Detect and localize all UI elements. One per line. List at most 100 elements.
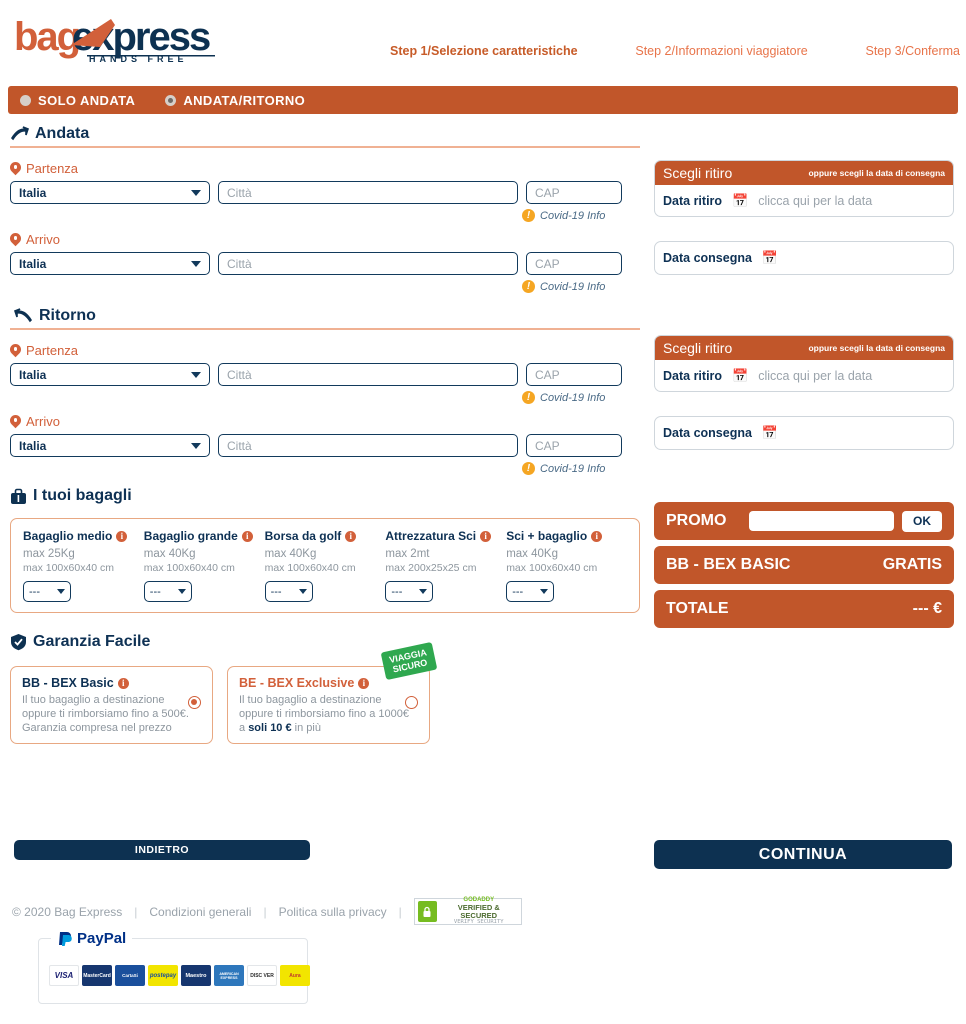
outbound-departure-covid-link[interactable]: ! Covid-19 Info (522, 209, 640, 222)
outbound-departure-city-input[interactable]: Città (218, 181, 518, 204)
baggage-item: Bagaglio grande i max 40Kg max 100x60x40… (143, 529, 265, 602)
outbound-arrival-zip-input[interactable]: CAP (526, 252, 622, 275)
location-pin-icon (10, 162, 21, 176)
outbound-departure-label-row: Partenza (10, 161, 640, 176)
inbound-departure-country-select[interactable]: Italia (10, 363, 210, 386)
guarantee-title: Garanzia Facile (33, 633, 151, 650)
info-icon[interactable]: i (345, 530, 357, 542)
inbound-pickup-date-input[interactable]: clicca qui per la data (758, 369, 872, 383)
guarantee-basic-line2: oppure ti rimborsiamo fino a 500€. (22, 708, 189, 720)
privacy-link[interactable]: Politica sulla privacy (279, 905, 387, 919)
outbound-section: Andata Partenza Italia Città CAP ! Covid… (10, 125, 640, 293)
step-indicator: Step 1/Selezione caratteristiche Step 2/… (390, 44, 960, 58)
footer: © 2020 Bag Express | Condizioni generali… (12, 897, 522, 925)
outbound-arrival-city-input[interactable]: Città (218, 252, 518, 275)
baggage-qty-value: --- (512, 585, 524, 598)
baggage-item-name: Borsa da golf (264, 529, 342, 543)
inbound-divider (10, 328, 640, 330)
info-icon[interactable]: i (116, 530, 128, 542)
inbound-departure-label-row: Partenza (10, 343, 640, 358)
radio-icon-round-trip[interactable] (165, 94, 177, 106)
baggage-item-name: Bagaglio medio (23, 529, 113, 543)
baggage-item-size: max 100x60x40 cm (506, 562, 598, 574)
guarantee-exclusive-desc: Il tuo bagaglio a destinazione oppure ti… (239, 693, 418, 735)
inbound-delivery-card[interactable]: Data consegna 📅 (654, 416, 954, 450)
baggage-item-header: Borsa da golf i (265, 529, 386, 543)
step-2[interactable]: Step 2/Informazioni viaggiatore (635, 44, 807, 58)
step-3[interactable]: Step 3/Conferma (865, 44, 960, 58)
location-pin-icon (10, 233, 21, 247)
guarantee-exclusive-line2: oppure ti rimborsiamo fino a 1000€ (239, 708, 409, 720)
outbound-departure-country-value: Italia (19, 185, 47, 200)
gx-post: in più (291, 722, 321, 734)
pricing-panel: PROMO OK BB - BEX BASIC GRATIS TOTALE --… (654, 502, 954, 628)
step-1[interactable]: Step 1/Selezione caratteristiche (390, 44, 578, 58)
card-logo-discover: DISC VER (247, 965, 277, 986)
guarantee-basic-header: BB - BEX Basic i (22, 676, 201, 690)
info-icon[interactable]: i (358, 677, 370, 689)
calendar-icon[interactable]: 📅 (732, 368, 748, 384)
terms-link[interactable]: Condizioni generali (149, 905, 251, 919)
radio-icon-guarantee-basic[interactable] (188, 696, 201, 709)
inbound-pickup-date-row[interactable]: Data ritiro 📅 clicca qui per la data (655, 360, 953, 391)
inbound-arrival-block: Arrivo Italia Città CAP ! Covid-19 Info (10, 414, 640, 475)
baggage-item-weight: max 25Kg (23, 548, 75, 560)
radio-icon-guarantee-exclusive[interactable] (405, 696, 418, 709)
gx-pre: a (239, 722, 249, 734)
outbound-heading: Andata (10, 125, 640, 146)
info-icon[interactable]: i (117, 677, 129, 689)
baggage-qty-select[interactable]: --- (264, 581, 313, 602)
trip-type-round-trip[interactable]: ANDATA/RITORNO (165, 93, 305, 108)
info-icon[interactable]: i (480, 530, 492, 542)
baggage-qty-select[interactable]: --- (23, 581, 71, 602)
back-button[interactable]: INDIETRO (14, 840, 310, 860)
outbound-departure-country-select[interactable]: Italia (10, 181, 210, 204)
inbound-arrival-covid-link[interactable]: ! Covid-19 Info (522, 462, 640, 475)
outbound-delivery-card[interactable]: Data consegna 📅 (654, 241, 954, 275)
baggage-item-size: max 200x25x25 cm (385, 562, 477, 574)
baggage-qty-value: --- (149, 585, 161, 598)
info-icon[interactable]: i (241, 530, 253, 542)
bagexpress-logo[interactable]: bag express HANDS FREE (14, 15, 219, 65)
guarantee-option-basic[interactable]: BB - BEX Basic i Il tuo bagaglio a desti… (10, 666, 213, 744)
guarantee-option-exclusive[interactable]: VIAGGIA SICURO BE - BEX Exclusive i Il t… (227, 641, 438, 744)
outbound-departure-zip-input[interactable]: CAP (526, 181, 622, 204)
outbound-departure-block: Partenza Italia Città CAP ! Covid-19 Inf… (10, 161, 640, 222)
inbound-arrival-country-select[interactable]: Italia (10, 434, 210, 457)
info-icon[interactable]: i (591, 530, 603, 542)
outbound-pickup-date-input[interactable]: clicca qui per la data (758, 194, 872, 208)
promo-input[interactable] (749, 511, 894, 531)
outbound-arrival-covid-link[interactable]: ! Covid-19 Info (522, 280, 640, 293)
warning-icon: ! (522, 280, 535, 293)
continue-button[interactable]: CONTINUA (654, 840, 952, 869)
promo-row: PROMO OK (654, 502, 954, 540)
card-logo-mastercard: MasterCard (82, 965, 112, 986)
godaddy-seal[interactable]: GODADDY VERIFIED & SECURED VERIFY SECURI… (413, 897, 522, 925)
baggage-qty-select[interactable]: --- (385, 581, 434, 602)
radio-icon-one-way[interactable] (20, 94, 31, 106)
baggage-qty-value: --- (391, 585, 403, 598)
inbound-arrival-zip-input[interactable]: CAP (526, 434, 622, 457)
baggage-qty-select[interactable]: --- (506, 581, 555, 602)
inbound-departure-covid-link[interactable]: ! Covid-19 Info (522, 391, 640, 404)
baggage-qty-select[interactable]: --- (143, 581, 192, 602)
paypal-icon (59, 932, 72, 946)
inbound-departure-city-input[interactable]: Città (218, 363, 518, 386)
outbound-pickup-date-row[interactable]: Data ritiro 📅 clicca qui per la data (655, 185, 953, 216)
inbound-section: Ritorno Partenza Italia Città CAP ! Covi… (10, 307, 640, 475)
inbound-pickup-note: oppure scegli la data di consegna (808, 343, 945, 353)
inbound-arrival-city-input[interactable]: Città (218, 434, 518, 457)
baggage-item-header: Sci + bagaglio i (506, 529, 627, 543)
promo-ok-button[interactable]: OK (902, 510, 942, 532)
calendar-icon[interactable]: 📅 (732, 193, 748, 209)
warning-icon: ! (522, 462, 535, 475)
inbound-departure-zip-input[interactable]: CAP (526, 363, 622, 386)
outbound-arrival-country-select[interactable]: Italia (10, 252, 210, 275)
right-panel: Scegli ritiro oppure scegli la data di c… (654, 125, 954, 634)
guarantee-exclusive-name: BE - BEX Exclusive (239, 676, 355, 690)
calendar-icon[interactable]: 📅 (762, 425, 778, 441)
trip-type-one-way[interactable]: SOLO ANDATA (20, 93, 135, 108)
calendar-icon[interactable]: 📅 (762, 250, 778, 266)
footer-separator: | (263, 904, 267, 919)
promo-label: PROMO (666, 512, 727, 529)
